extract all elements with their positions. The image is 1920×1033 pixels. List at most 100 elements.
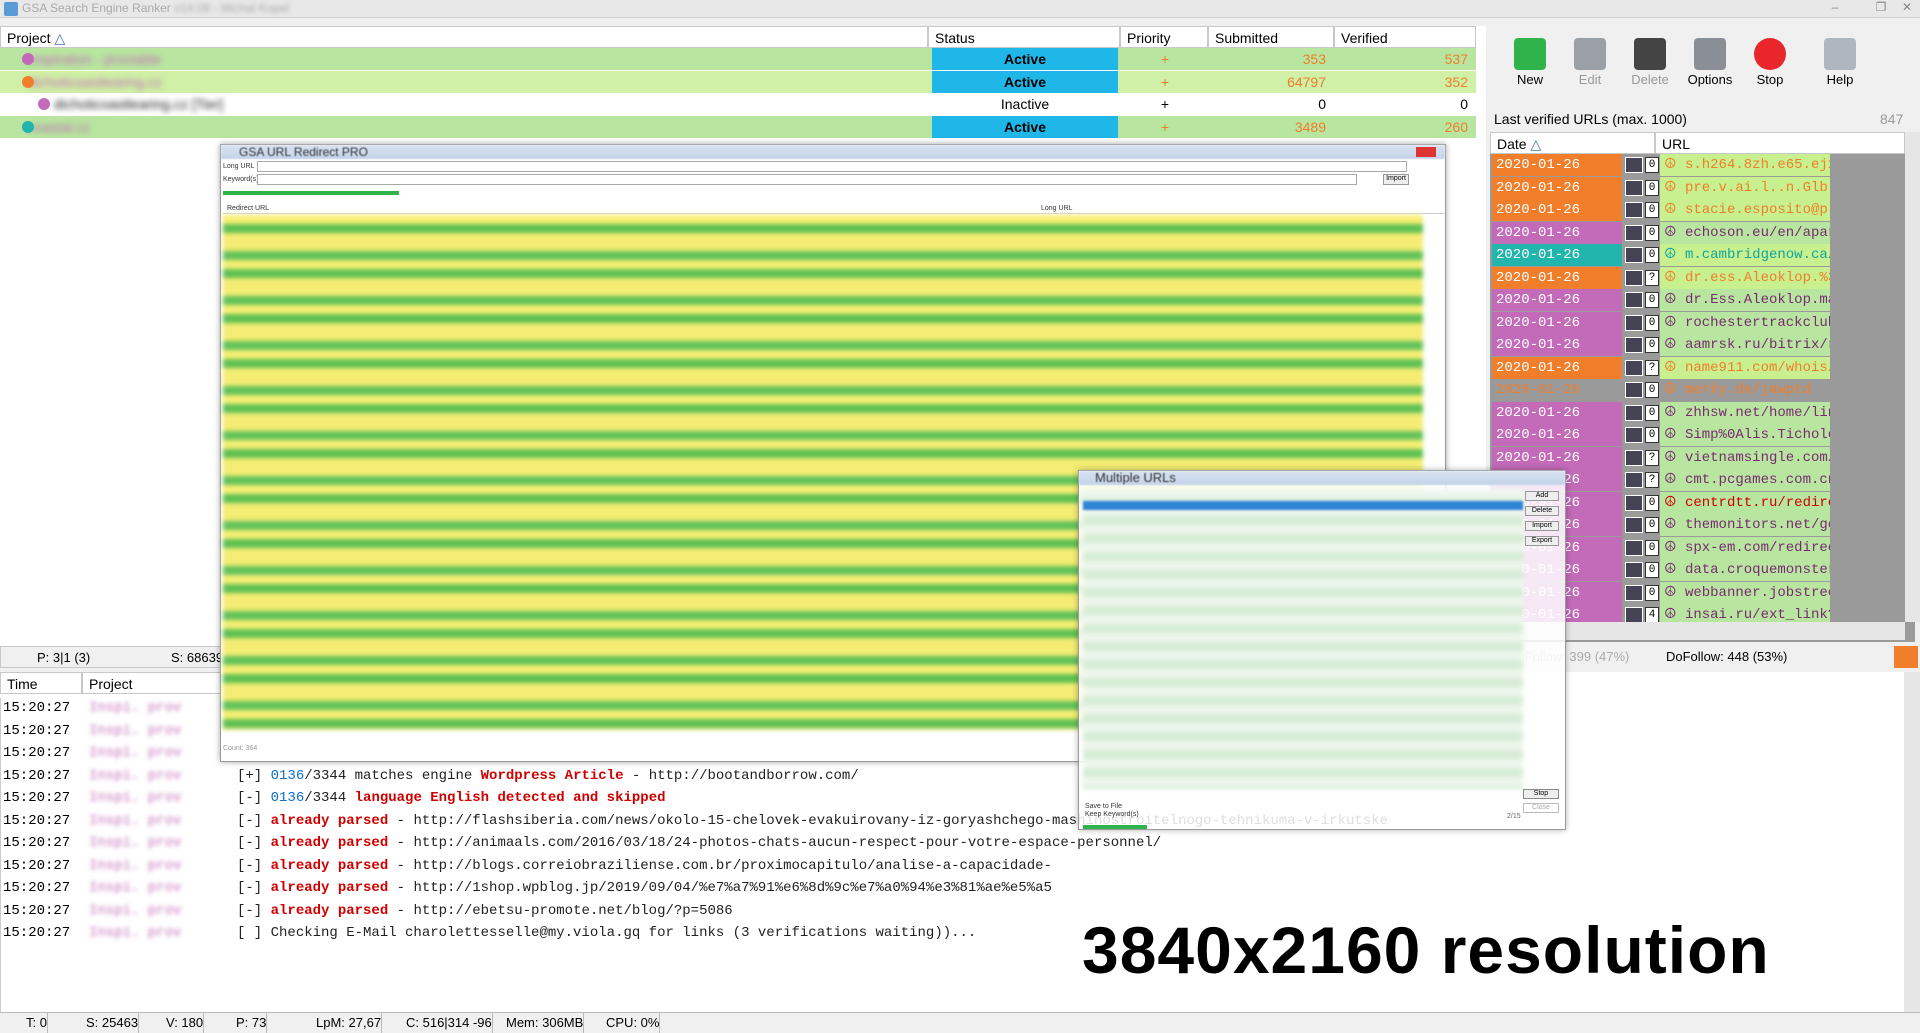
verified-row[interactable]: 2020-01-26 14:02 0☮ Simp%0Alis.Tichole. bbox=[1490, 424, 1830, 465]
verified-row[interactable]: 2020-01-26 13:59 0☮ zhhsw.net/home/lin. bbox=[1490, 401, 1830, 443]
project-priority: + bbox=[1160, 73, 1170, 90]
log-scrollbar[interactable] bbox=[1904, 672, 1920, 1012]
verified-row[interactable]: 2020-01-26 13:56 0☮ merky.de/jawptd bbox=[1490, 379, 1830, 420]
verified-url[interactable]: ☮ rochestertrackclub. bbox=[1660, 311, 1830, 334]
multiple-urls-window[interactable]: Multiple URLs Add Delete Import Export Save… bbox=[1078, 470, 1566, 830]
log-row[interactable]: 15:20:27 Inspi. prov [-] already parsed - … bbox=[1, 858, 1901, 881]
verified-row[interactable]: 2020-01-26 13:40 0☮ aamrsk.ru/bitrix/r. bbox=[1490, 334, 1830, 375]
verified-row[interactable]: 2020-01-26 13:36 0☮ dr.Ess.Aleoklop.ma. bbox=[1490, 289, 1830, 330]
log-row[interactable]: 15:20:27 Inspi. prov [-] 0136/3344 languag… bbox=[1, 790, 1901, 813]
verified-scrollbar[interactable] bbox=[1905, 132, 1920, 622]
log-row[interactable]: 15:20:27 Inspi. prov [-] already parsed - … bbox=[1, 835, 1901, 858]
multiple-import-button[interactable]: Import bbox=[1525, 521, 1559, 531]
verified-url[interactable]: ☮ themonitors.net/go. bbox=[1660, 514, 1830, 536]
verified-url[interactable]: ☮ m.cambridgenow.ca/ bbox=[1660, 244, 1830, 266]
multiple-selected-row[interactable] bbox=[1083, 501, 1523, 510]
log-row[interactable]: 15:20:27 Inspi. prov [+] 0136/3344 matches… bbox=[1, 768, 1901, 791]
verified-url[interactable]: ☮ merky.de/jawptd bbox=[1660, 379, 1830, 401]
keep-keywords-checkbox[interactable]: Keep Keyword(s) bbox=[1085, 811, 1139, 818]
log-row[interactable]: 15:20:27 Inspi. prov [-] already parsed - … bbox=[1, 880, 1901, 903]
verified-url[interactable]: ☮ name911.com/whois/. bbox=[1660, 356, 1830, 379]
col-header-date[interactable]: Date △ bbox=[1490, 132, 1655, 154]
col-header-submitted[interactable]: Submitted bbox=[1208, 26, 1334, 48]
status-5: C: 516|314 -96 bbox=[402, 1013, 493, 1033]
toolbar-new-button[interactable]: New bbox=[1500, 38, 1560, 98]
edit-pencil-icon bbox=[1574, 38, 1606, 70]
verified-url[interactable]: ☮ zhhsw.net/home/lin. bbox=[1660, 401, 1830, 424]
verified-date: 2020-01-26 13:59 bbox=[1492, 401, 1622, 443]
verified-type-icon bbox=[1625, 269, 1643, 286]
toolbar-stop-button[interactable]: Stop bbox=[1740, 38, 1800, 98]
verified-url[interactable]: ☮ vietnamsingle.com/ bbox=[1660, 446, 1830, 469]
col-redirect-url[interactable]: Redirect URL bbox=[227, 205, 269, 212]
verified-url[interactable]: ☮ echoson.eu/en/apar. bbox=[1660, 221, 1830, 244]
verified-url[interactable]: ☮ centrdtt.ru/redire. bbox=[1660, 491, 1830, 514]
log-time: 15:20:27 bbox=[3, 700, 71, 716]
long-url-input[interactable] bbox=[257, 161, 1407, 172]
verified-row[interactable]: 2020-01-26 12:50 0☮ echoson.eu/en/apar. bbox=[1490, 221, 1830, 263]
verified-url[interactable]: ☮ dr.ess.Aleoklop.%3 bbox=[1660, 266, 1830, 289]
import-button[interactable]: Import bbox=[1383, 174, 1409, 185]
verified-row[interactable]: 2020-01-26 14:22?☮ vietnamsingle.com/ bbox=[1490, 446, 1830, 488]
log-time: 15:20:27 bbox=[3, 880, 71, 896]
project-row[interactable]: dichoticoastlearing.cz [Tier] Inactive +0 0 bbox=[0, 93, 1476, 115]
project-status: Active bbox=[932, 115, 1118, 138]
project-name: coastal.cz bbox=[28, 118, 91, 135]
col-header-status[interactable]: Status bbox=[928, 26, 1120, 48]
log-row[interactable]: 15:20:27 Inspi. prov [-] already parsed - … bbox=[1, 813, 1901, 836]
log-message: [+] 0136/3344 matches engine Wordpress A… bbox=[237, 767, 859, 784]
verified-url[interactable]: ☮ webbanner.jobstree. bbox=[1660, 581, 1830, 604]
toolbar-help-button[interactable]: Help bbox=[1810, 38, 1870, 98]
col-header-verified[interactable]: Verified bbox=[1334, 26, 1476, 48]
toolbar-delete-button[interactable]: Delete bbox=[1620, 38, 1680, 98]
verified-count-icon: ? bbox=[1645, 449, 1659, 466]
verified-count-icon: 0 bbox=[1645, 404, 1659, 421]
close-button[interactable]: Close bbox=[1523, 803, 1559, 813]
verified-url[interactable]: ☮ dr.Ess.Aleoklop.ma. bbox=[1660, 289, 1830, 311]
project-row[interactable]: coastal.cz Active +3489 260 bbox=[0, 115, 1476, 138]
verified-url[interactable]: ☮ s.h264.8zh.e65.ejx bbox=[1660, 154, 1830, 176]
verified-row[interactable]: 2020-01-26 13:54?☮ name911.com/whois/. bbox=[1490, 356, 1830, 398]
stop-button[interactable]: Stop bbox=[1523, 789, 1559, 799]
toolbar-options-button[interactable]: Options bbox=[1680, 38, 1740, 98]
speaker-icon[interactable] bbox=[1894, 646, 1918, 668]
verified-row[interactable]: 2020-01-26 12:37 0☮ pre.v.ai.l..n.Glb. bbox=[1490, 176, 1830, 218]
verified-url[interactable]: ☮ cmt.pcgames.com.cn. bbox=[1660, 469, 1830, 491]
verified-row[interactable]: 2020-01-26 12:36 0☮ s.h264.8zh.e65.ejx bbox=[1490, 154, 1830, 195]
multiple-list[interactable] bbox=[1083, 489, 1523, 789]
redirect-close-icon[interactable] bbox=[1416, 147, 1436, 157]
verified-row[interactable]: 2020-01-26 12:38 0☮ stacie.esposito@p. bbox=[1490, 199, 1830, 240]
verified-row[interactable]: 2020-01-26 13:40 0☮ rochestertrackclub. bbox=[1490, 311, 1830, 353]
verified-url[interactable]: ☮ data.croquemonster. bbox=[1660, 559, 1830, 581]
log-time: 15:20:27 bbox=[3, 767, 71, 784]
log-project: Inspi. prov bbox=[89, 722, 182, 739]
multiple-export-button[interactable]: Export bbox=[1525, 536, 1559, 546]
project-row[interactable]: inspiration - proviable Active +353 537 bbox=[0, 48, 1476, 70]
multiple-delete-button[interactable]: Delete bbox=[1525, 506, 1559, 516]
verified-url[interactable]: ☮ spx-em.com/redirec. bbox=[1660, 536, 1830, 559]
project-verified: 537 bbox=[1444, 51, 1468, 67]
save-to-file-checkbox[interactable]: Save to File bbox=[1085, 803, 1122, 810]
multiple-add-button[interactable]: Add bbox=[1525, 491, 1559, 501]
status-3: P: 73 bbox=[232, 1013, 268, 1033]
verified-url[interactable]: ☮ pre.v.ai.l..n.Glb. bbox=[1660, 176, 1830, 199]
verified-url[interactable]: ☮ stacie.esposito@p. bbox=[1660, 199, 1830, 221]
col-header-project[interactable]: Project △ bbox=[0, 26, 928, 48]
verified-row[interactable]: 2020-01-26 12:55 0☮ m.cambridgenow.ca/ bbox=[1490, 244, 1830, 285]
mid-status-s: S: 68639 bbox=[171, 650, 224, 665]
col-long-url[interactable]: Long URL bbox=[1041, 205, 1073, 212]
verified-row[interactable]: 2020-01-26 13:09?☮ dr.ess.Aleoklop.%3 bbox=[1490, 266, 1830, 308]
col-header-priority[interactable]: Priority bbox=[1120, 26, 1208, 48]
toolbar-edit-button[interactable]: Edit bbox=[1560, 38, 1620, 98]
verified-url[interactable]: ☮ Simp%0Alis.Tichole. bbox=[1660, 424, 1830, 446]
verified-url[interactable]: ☮ aamrsk.ru/bitrix/r. bbox=[1660, 334, 1830, 356]
bottom-status-bar: T: 0 S: 25463 V: 180 P: 73 LpM: 27,67 C: 516|… bbox=[0, 1012, 1920, 1033]
log-project: Inspi. prov bbox=[89, 857, 182, 874]
verified-type-icon bbox=[1625, 224, 1643, 241]
project-priority: + bbox=[1160, 118, 1170, 135]
col-header-log-project[interactable]: Project bbox=[82, 672, 232, 694]
col-header-time[interactable]: Time bbox=[0, 672, 82, 694]
keywords-input[interactable] bbox=[257, 174, 1357, 185]
project-row[interactable]: dichoticoastlearing.cz Active +64797 352 bbox=[0, 70, 1476, 93]
col-header-url[interactable]: URL bbox=[1655, 132, 1905, 154]
